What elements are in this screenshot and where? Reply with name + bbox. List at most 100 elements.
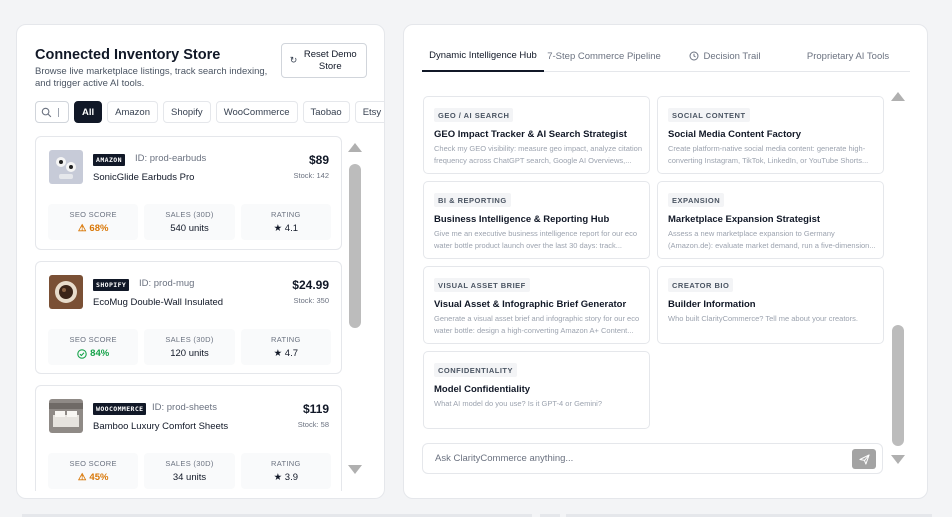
scroll-up-arrow-icon[interactable] <box>891 92 905 101</box>
rating-label: RATING <box>271 210 301 219</box>
tool-description: Give me an executive business intelligen… <box>434 229 638 250</box>
ask-input[interactable] <box>435 444 835 473</box>
product-list-scrollbar[interactable] <box>348 140 362 495</box>
rating-value: ★ 4.1 <box>273 223 298 234</box>
tool-tag: BI & REPORTING <box>434 193 511 207</box>
product-name: SonicGlide Earbuds Pro <box>93 172 195 183</box>
scroll-down-arrow-icon[interactable] <box>891 455 905 464</box>
scrollbar-thumb[interactable] <box>349 164 361 328</box>
refresh-icon: ↻ <box>289 55 298 65</box>
tool-tag: SOCIAL CONTENT <box>668 108 750 122</box>
tool-tag: CONFIDENTIALITY <box>434 363 517 377</box>
tool-card-creator-bio[interactable]: CREATOR BIO Builder Information Who buil… <box>657 266 884 344</box>
search-icon <box>41 107 52 117</box>
search-cursor <box>58 107 59 117</box>
tool-title: Builder Information <box>668 299 756 310</box>
seo-score-label: SEO SCORE <box>69 335 117 344</box>
product-stock: Stock: 350 <box>293 296 329 305</box>
seo-score-number: 68% <box>89 223 109 234</box>
tab-decision-trail-label: Decision Trail <box>703 50 761 62</box>
rating-metric: RATING ★ 4.7 <box>240 329 331 365</box>
sales-value: 34 units <box>172 472 207 483</box>
tool-card-expansion[interactable]: EXPANSION Marketplace Expansion Strategi… <box>657 181 884 259</box>
product-thumbnail-earbuds <box>49 150 83 184</box>
product-card[interactable]: SHOPIFY ID: prod-mug EcoMug Double-Wall … <box>35 261 342 374</box>
tab-proprietary-ai-tools[interactable]: Proprietary AI Tools <box>786 40 910 72</box>
warning-icon: ⚠ <box>77 223 87 234</box>
product-stock: Stock: 58 <box>297 420 329 429</box>
rating-value: ★ 3.9 <box>273 472 298 483</box>
tool-card-confidentiality[interactable]: CONFIDENTIALITY Model Confidentiality Wh… <box>423 351 650 429</box>
rating-metric: RATING ★ 4.1 <box>240 204 331 240</box>
marketplace-badge: WOOCOMMERCE <box>93 403 147 415</box>
tab-dynamic-intelligence-hub[interactable]: Dynamic Intelligence Hub <box>422 40 544 72</box>
scrollbar-thumb[interactable] <box>892 325 904 446</box>
filter-woocommerce[interactable]: WooCommerce <box>215 101 298 123</box>
tab-decision-trail[interactable]: Decision Trail <box>664 40 786 72</box>
product-card[interactable]: AMAZON ID: prod-earbuds SonicGlide Earbu… <box>35 136 342 250</box>
filter-taobao[interactable]: Taobao <box>302 101 350 123</box>
reset-demo-store-button[interactable]: ↻ Reset Demo Store <box>281 43 367 78</box>
seo-score-value: ⚠ 45% <box>78 472 109 483</box>
filter-shopify[interactable]: Shopify <box>163 101 211 123</box>
product-search-field[interactable] <box>35 101 69 123</box>
tool-card-visual-asset[interactable]: VISUAL ASSET BRIEF Visual Asset & Infogr… <box>423 266 650 344</box>
tool-tag: VISUAL ASSET BRIEF <box>434 278 530 292</box>
check-circle-icon <box>77 348 87 359</box>
filter-amazon[interactable]: Amazon <box>107 101 158 123</box>
product-price: $24.99 <box>292 278 329 292</box>
marketplace-filter-row: All Amazon Shopify WooCommerce Taobao Et… <box>35 101 384 123</box>
product-stock: Stock: 142 <box>293 171 329 180</box>
product-thumbnail-mug <box>49 275 83 309</box>
sales-metric: SALES (30D) 34 units <box>144 453 235 489</box>
ask-bar <box>422 443 883 474</box>
seo-score-value: ⚠ 68% <box>78 223 109 234</box>
tool-description: Who built ClarityCommerce? Tell me about… <box>668 314 858 323</box>
sales-label: SALES (30D) <box>165 210 214 219</box>
product-price: $89 <box>308 153 329 167</box>
inventory-panel: Connected Inventory Store Browse live ma… <box>16 24 385 499</box>
marketplace-badge: AMAZON <box>93 154 125 166</box>
sales-label: SALES (30D) <box>165 459 214 468</box>
seo-score-metric: SEO SCORE ⚠ 45% <box>48 453 139 489</box>
product-card[interactable]: WOOCOMMERCE ID: prod-sheets Bamboo Luxur… <box>35 385 342 491</box>
scroll-up-arrow-icon[interactable] <box>348 143 362 152</box>
tool-description: What AI model do you use? Is it GPT-4 or… <box>434 399 602 408</box>
tool-card-grid: GEO / AI SEARCH GEO Impact Tracker & AI … <box>422 90 884 446</box>
product-metrics: SEO SCORE 84% SALES (30D) 120 units RATI… <box>48 329 331 365</box>
send-icon <box>858 453 870 465</box>
tool-card-bi[interactable]: BI & REPORTING Business Intelligence & R… <box>423 181 650 259</box>
history-icon <box>689 51 699 61</box>
seo-score-value: 84% <box>77 348 109 359</box>
tool-card-geo[interactable]: GEO / AI SEARCH GEO Impact Tracker & AI … <box>423 96 650 174</box>
product-thumbnail-sheets <box>49 399 83 433</box>
product-metrics: SEO SCORE ⚠ 45% SALES (30D) 34 units RATI… <box>48 453 331 489</box>
intelligence-hub-panel: Dynamic Intelligence Hub 7-Step Commerce… <box>403 24 928 499</box>
store-title: Connected Inventory Store <box>35 47 221 63</box>
tool-title: Model Confidentiality <box>434 384 531 395</box>
tool-card-social[interactable]: SOCIAL CONTENT Social Media Content Fact… <box>657 96 884 174</box>
sales-value: 540 units <box>170 223 209 234</box>
rating-value: ★ 4.7 <box>273 348 298 359</box>
sales-value: 120 units <box>170 348 209 359</box>
tool-description: Assess a new marketplace expansion to Ge… <box>668 229 876 250</box>
tool-description: Check my GEO visibility: measure geo imp… <box>434 144 642 165</box>
filter-all[interactable]: All <box>74 101 103 123</box>
tab-commerce-pipeline[interactable]: 7-Step Commerce Pipeline <box>544 40 664 72</box>
tool-grid-scrollbar[interactable] <box>891 92 905 466</box>
product-metrics: SEO SCORE ⚠ 68% SALES (30D) 540 units RAT… <box>48 204 331 240</box>
tool-title: Social Media Content Factory <box>668 129 802 140</box>
product-id: ID: prod-earbuds <box>135 153 207 164</box>
product-list: AMAZON ID: prod-earbuds SonicGlide Earbu… <box>35 136 343 491</box>
send-button[interactable] <box>852 449 876 469</box>
tool-title: Business Intelligence & Reporting Hub <box>434 214 610 225</box>
filter-etsy[interactable]: Etsy <box>354 101 384 123</box>
rating-label: RATING <box>271 459 301 468</box>
scroll-down-arrow-icon[interactable] <box>348 465 362 474</box>
product-price: $119 <box>302 402 329 416</box>
hub-tabs: Dynamic Intelligence Hub 7-Step Commerce… <box>422 40 910 72</box>
seo-score-label: SEO SCORE <box>69 459 117 468</box>
tool-title: GEO Impact Tracker & AI Search Strategis… <box>434 129 627 140</box>
product-id: ID: prod-mug <box>139 278 195 289</box>
sales-metric: SALES (30D) 120 units <box>144 329 235 365</box>
